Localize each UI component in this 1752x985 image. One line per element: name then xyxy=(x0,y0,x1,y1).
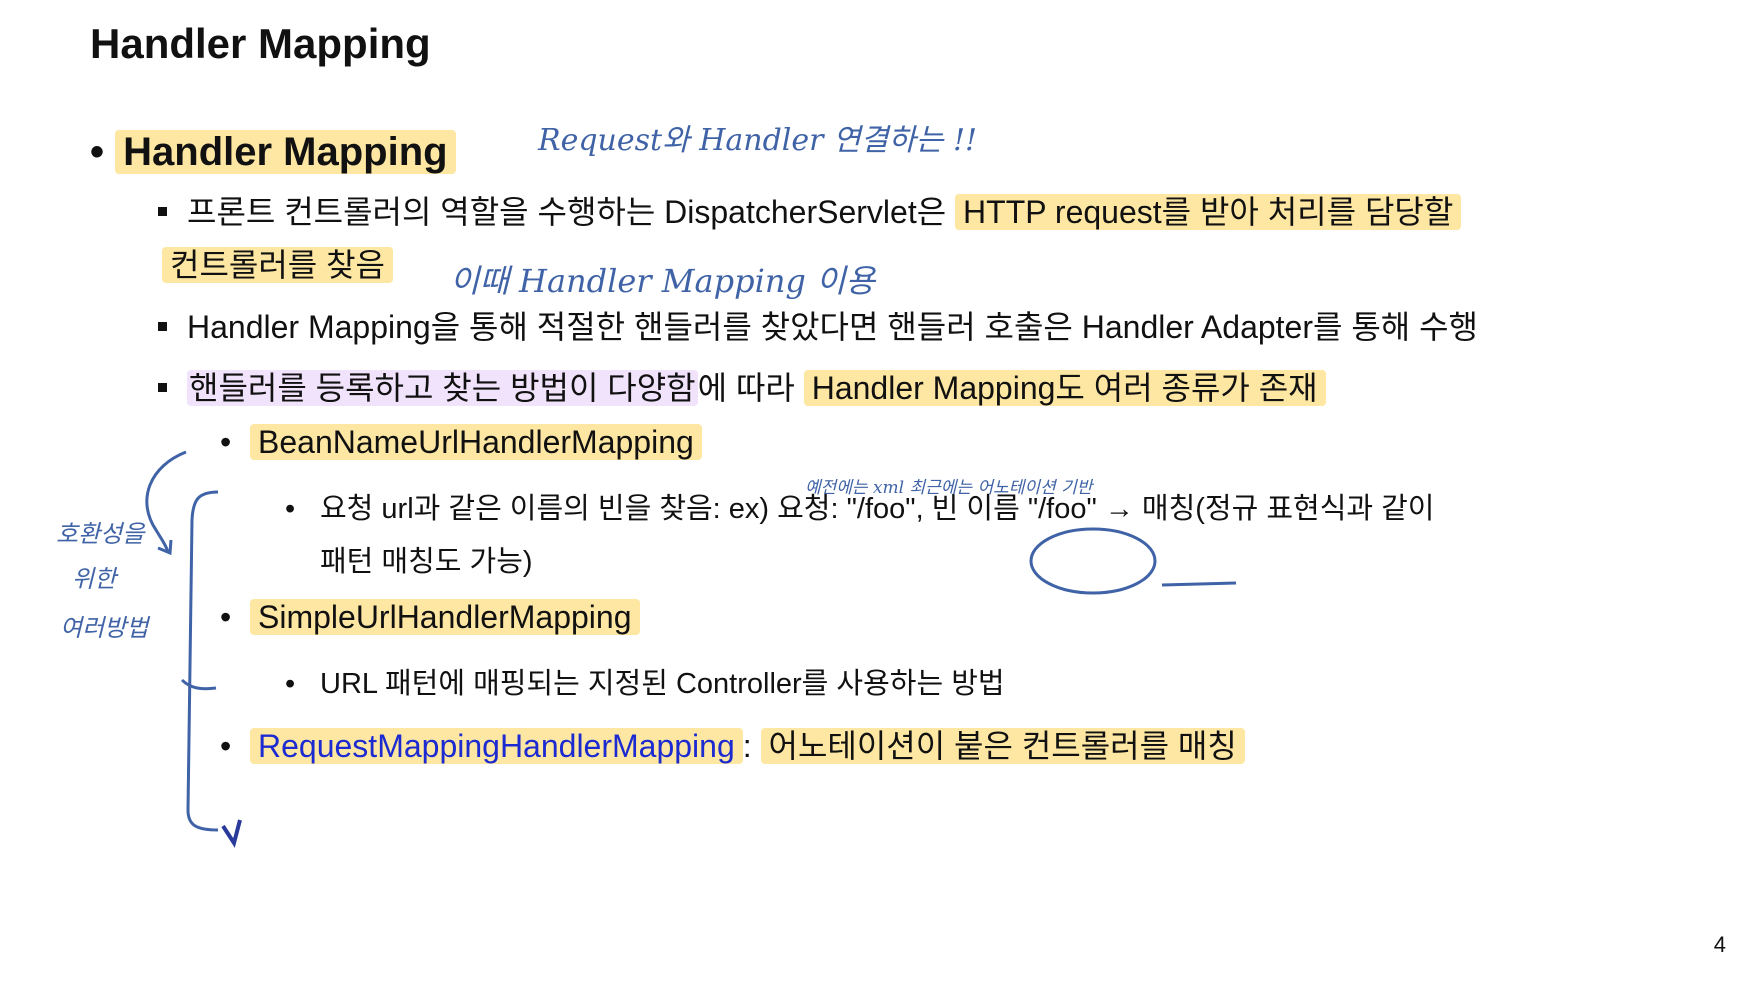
handwritten-note-title: Request와 Handler 연결하는 !! xyxy=(537,123,977,158)
handwriting-layer: Request와 Handler 연결하는 !! 이때 Handler Mapp… xyxy=(56,123,1237,848)
bracket-tick xyxy=(180,678,217,691)
handwritten-side-3: 여러방법 xyxy=(60,614,151,642)
underline-mark xyxy=(1161,581,1237,587)
check-mark-icon xyxy=(221,819,242,848)
handwritten-note-line: 이때 Handler Mapping 이용 xyxy=(450,262,877,300)
curved-arrow xyxy=(145,450,187,553)
handwritten-side-1: 호환성을 xyxy=(56,520,146,548)
handwritten-side-2: 위한 xyxy=(72,565,119,593)
circle-mark xyxy=(1029,527,1157,595)
handwritten-note-mid: 예전에는 xml 최근에는 어노테이션 기반 xyxy=(805,478,1095,498)
bracket-line xyxy=(186,490,219,832)
